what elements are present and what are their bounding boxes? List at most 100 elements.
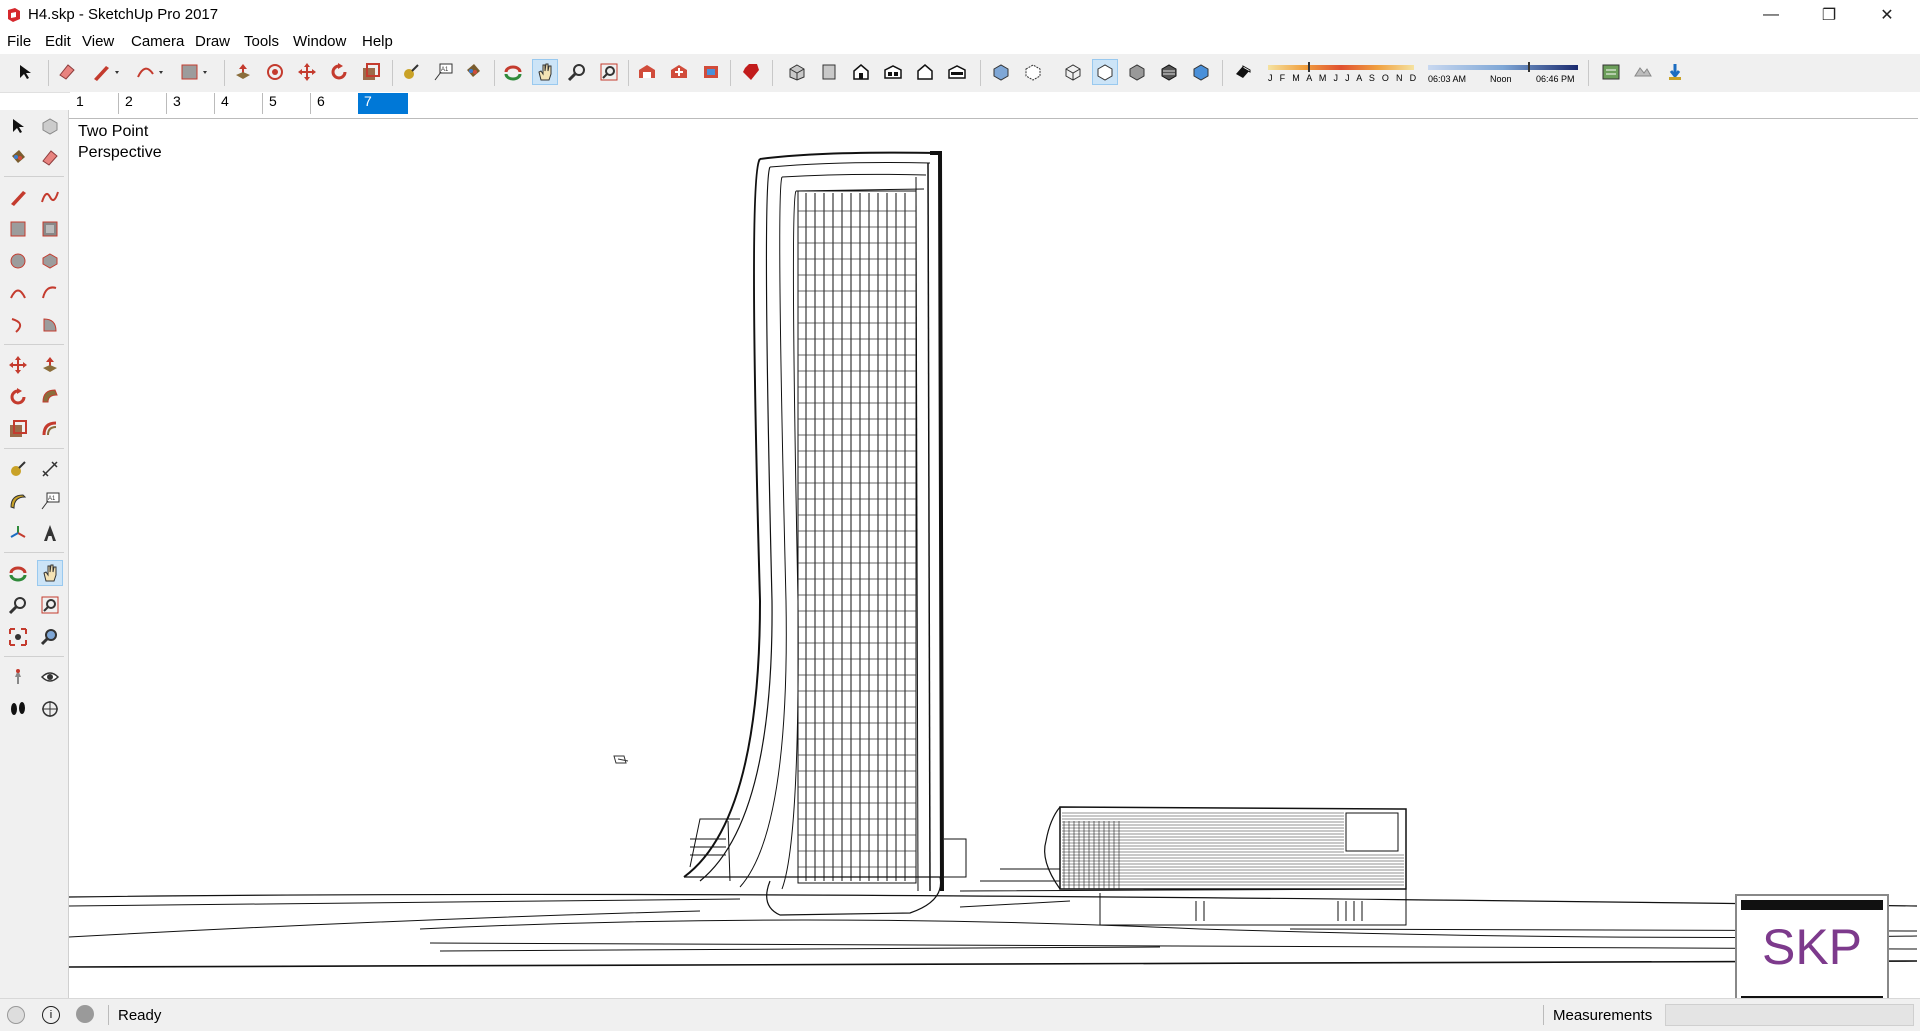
paint-bucket-button[interactable] [460, 59, 486, 85]
orbit-left-button[interactable] [5, 560, 31, 586]
shaded-button[interactable] [1124, 59, 1150, 85]
scene-tab-2[interactable]: 2 [118, 93, 166, 114]
shadows-toggle-button[interactable] [1230, 59, 1256, 85]
month-labels: J F M A M J J A S O N D [1268, 73, 1419, 83]
eraser-left-button[interactable] [37, 145, 63, 171]
line-left-button[interactable] [5, 184, 31, 210]
previous-view-button[interactable] [37, 624, 63, 650]
make-component-button[interactable] [37, 113, 63, 139]
three-point-arc-button[interactable] [5, 312, 31, 338]
minimize-button[interactable]: — [1742, 0, 1800, 30]
geo-location-icon[interactable] [7, 1006, 25, 1024]
menu-tools[interactable]: Tools [244, 33, 279, 50]
paint-bucket-left-button[interactable] [5, 145, 31, 171]
zoom-left-button[interactable] [5, 592, 31, 618]
time-slider[interactable]: 06:03 AM Noon 06:46 PM [1428, 62, 1578, 86]
section-plane-button[interactable] [37, 696, 63, 722]
protractor-button[interactable] [5, 488, 31, 514]
pan-left-button[interactable] [37, 560, 63, 586]
select-button[interactable] [5, 113, 31, 139]
select-tool-button[interactable] [12, 59, 38, 85]
rectangle-left-button[interactable] [5, 216, 31, 242]
orbit-button[interactable] [500, 59, 526, 85]
scale-button[interactable] [358, 59, 384, 85]
month-slider[interactable]: J F M A M J J A S O N D [1268, 62, 1416, 86]
front-view-button[interactable] [848, 59, 874, 85]
warehouse-button[interactable] [634, 59, 660, 85]
eraser-tool-button[interactable] [54, 59, 80, 85]
tape-measure-left-button[interactable] [5, 456, 31, 482]
pie-button[interactable] [37, 312, 63, 338]
rotate-button[interactable] [326, 59, 352, 85]
tape-measure-button[interactable] [398, 59, 424, 85]
line-tool-button[interactable] [88, 59, 124, 85]
ruby-console-button[interactable] [738, 59, 764, 85]
walk-button[interactable] [5, 696, 31, 722]
two-point-arc-button[interactable] [37, 280, 63, 306]
scene-tab-7[interactable]: 7 [358, 93, 408, 114]
position-camera-button[interactable] [5, 664, 31, 690]
scene-tab-6[interactable]: 6 [310, 93, 358, 114]
credits-icon[interactable]: i [42, 1006, 60, 1024]
scene-tab-5[interactable]: 5 [262, 93, 310, 114]
iso-view-button[interactable] [784, 59, 810, 85]
offset-left-button[interactable] [37, 416, 63, 442]
import-button[interactable] [1662, 59, 1688, 85]
3d-text-button[interactable] [37, 520, 63, 546]
scene-tab-4[interactable]: 4 [214, 93, 262, 114]
push-pull-left-button[interactable] [37, 352, 63, 378]
menu-file[interactable]: File [7, 33, 31, 50]
hidden-line-button[interactable] [1092, 59, 1118, 85]
user-account-icon[interactable] [76, 1005, 94, 1023]
restore-button[interactable]: ❐ [1800, 0, 1858, 30]
pan-button[interactable] [532, 59, 558, 85]
polygon-button[interactable] [37, 248, 63, 274]
offset-button[interactable] [262, 59, 288, 85]
menu-help[interactable]: Help [362, 33, 393, 50]
menu-camera[interactable]: Camera [131, 33, 184, 50]
look-around-button[interactable] [37, 664, 63, 690]
text-tool-button[interactable]: A1 [430, 59, 456, 85]
toggle-terrain-button[interactable] [1630, 59, 1656, 85]
arc-left-button[interactable] [5, 280, 31, 306]
scale-left-button[interactable] [5, 416, 31, 442]
wireframe-button[interactable] [1060, 59, 1086, 85]
axes-button[interactable] [5, 520, 31, 546]
zoom-extents-button[interactable] [596, 59, 622, 85]
left-view-button[interactable] [944, 59, 970, 85]
arc-tool-button[interactable] [132, 59, 168, 85]
circle-button[interactable] [5, 248, 31, 274]
move-left-button[interactable] [5, 352, 31, 378]
back-edges-button[interactable] [1020, 59, 1046, 85]
text-left-button[interactable]: A1 [37, 488, 63, 514]
menu-view[interactable]: View [82, 33, 114, 50]
top-view-button[interactable] [816, 59, 842, 85]
zoom-window-button[interactable] [37, 592, 63, 618]
scene-tab-3[interactable]: 3 [166, 93, 214, 114]
close-button[interactable]: ✕ [1858, 0, 1916, 30]
model-viewport[interactable] [69, 118, 1918, 997]
push-pull-button[interactable] [230, 59, 256, 85]
menu-draw[interactable]: Draw [195, 33, 230, 50]
menu-edit[interactable]: Edit [45, 33, 71, 50]
move-button[interactable] [294, 59, 320, 85]
menu-window[interactable]: Window [293, 33, 346, 50]
dimension-button[interactable] [37, 456, 63, 482]
right-view-button[interactable] [880, 59, 906, 85]
freehand-button[interactable] [37, 184, 63, 210]
follow-me-button[interactable] [37, 384, 63, 410]
zoom-extents-left-button[interactable] [5, 624, 31, 650]
scene-tab-1[interactable]: 1 [70, 93, 118, 114]
share-model-button[interactable] [666, 59, 692, 85]
measurements-input[interactable] [1665, 1004, 1914, 1026]
monochrome-button[interactable] [1188, 59, 1214, 85]
rotate-left-button[interactable] [5, 384, 31, 410]
rectangle-tool-button[interactable] [176, 59, 212, 85]
back-view-button[interactable] [912, 59, 938, 85]
xray-button[interactable] [988, 59, 1014, 85]
add-location-button[interactable] [1598, 59, 1624, 85]
shaded-textures-button[interactable] [1156, 59, 1182, 85]
rotated-rectangle-button[interactable] [37, 216, 63, 242]
zoom-button[interactable] [564, 59, 590, 85]
extension-warehouse-button[interactable] [698, 59, 724, 85]
